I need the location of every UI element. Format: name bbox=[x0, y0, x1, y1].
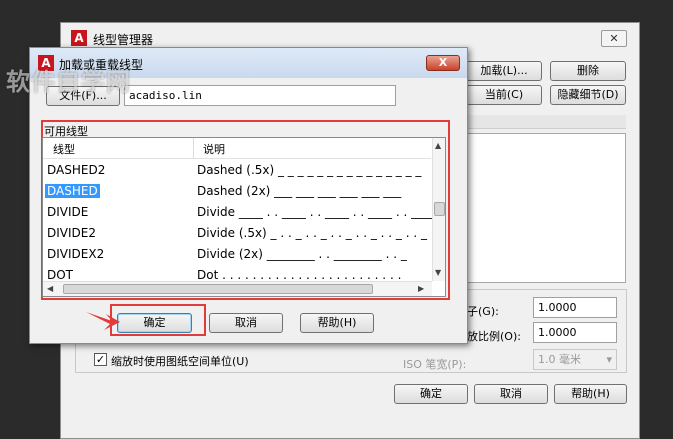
linetype-description: Divide (.5x) _ . . _ . . _ . . _ . . _ .… bbox=[197, 226, 427, 240]
watermark-text: 软件自学网 bbox=[6, 68, 131, 96]
linetype-description: Divide (2x) ________ . . ________ . . _ bbox=[197, 247, 407, 261]
paper-space-checkbox[interactable]: ✓ bbox=[94, 353, 107, 366]
column-header-linetype[interactable]: 线型 bbox=[53, 141, 75, 157]
linetype-name: DIVIDE2 bbox=[47, 226, 96, 240]
main-close-button[interactable]: ✕ bbox=[601, 30, 627, 47]
main-ok-button[interactable]: 确定 bbox=[394, 384, 468, 404]
list-item[interactable]: DIVIDEX2 Divide (2x) ________ . . ______… bbox=[43, 244, 431, 265]
paper-space-checkbox-label: 缩放时使用图纸空间单位(U) bbox=[111, 355, 249, 368]
list-item[interactable]: DIVIDE2 Divide (.5x) _ . . _ . . _ . . _… bbox=[43, 223, 431, 244]
linetype-description: Divide ____ . . ____ . . ____ . . ____ .… bbox=[197, 205, 436, 219]
scroll-right-icon[interactable]: ▶ bbox=[418, 284, 424, 293]
dialog-close-button[interactable]: X bbox=[426, 55, 460, 71]
column-separator[interactable] bbox=[193, 138, 194, 159]
list-item-selected[interactable]: DASHED Dashed (2x) ___ ___ ___ ___ ___ _… bbox=[43, 181, 431, 202]
column-header-description[interactable]: 说明 bbox=[203, 141, 225, 157]
linetype-description: Dot . . . . . . . . . . . . . . . . . . … bbox=[197, 268, 402, 282]
list-item[interactable]: DIVIDE Divide ____ . . ____ . . ____ . .… bbox=[43, 202, 435, 223]
linetype-description: Dashed (.5x) _ _ _ _ _ _ _ _ _ _ _ _ _ _… bbox=[197, 163, 422, 177]
load-button[interactable]: 加载(L)... bbox=[466, 61, 542, 81]
chevron-down-icon: ▾ bbox=[606, 353, 612, 366]
vertical-scroll-thumb[interactable] bbox=[434, 202, 445, 216]
file-path-field[interactable]: acadiso.lin bbox=[124, 85, 396, 106]
current-scale-field[interactable]: 1.0000 bbox=[533, 322, 617, 343]
red-pointer-arrow-icon bbox=[86, 312, 120, 330]
horizontal-scrollbar[interactable]: ◀ ▶ bbox=[43, 281, 432, 296]
linetype-name: DOT bbox=[47, 268, 74, 282]
help-button[interactable]: 帮助(H) bbox=[300, 313, 374, 333]
linetype-name: DASHED bbox=[45, 184, 100, 198]
linetype-list[interactable]: 线型 说明 DASHED2 Dashed (.5x) _ _ _ _ _ _ _… bbox=[42, 137, 446, 297]
current-scale-label: 放比例(O): bbox=[467, 330, 521, 343]
ok-button[interactable]: 确定 bbox=[117, 313, 192, 333]
linetype-description: Dashed (2x) ___ ___ ___ ___ ___ ___ bbox=[197, 184, 402, 198]
main-window-title: 线型管理器 bbox=[93, 33, 154, 47]
linetype-name: DIVIDEX2 bbox=[47, 247, 105, 261]
main-help-button[interactable]: 帮助(H) bbox=[554, 384, 627, 404]
list-item[interactable]: DASHED2 Dashed (.5x) _ _ _ _ _ _ _ _ _ _… bbox=[43, 160, 431, 181]
close-icon: X bbox=[438, 56, 448, 69]
linetype-name: DASHED2 bbox=[47, 163, 106, 177]
scroll-up-icon[interactable]: ▲ bbox=[435, 141, 441, 150]
hide-details-button[interactable]: 隐藏细节(D) bbox=[550, 85, 626, 105]
main-linetype-list[interactable] bbox=[466, 133, 626, 283]
list-header: 线型 说明 bbox=[43, 138, 431, 159]
iso-pen-width-value: 1.0 毫米 bbox=[538, 353, 581, 366]
delete-button[interactable]: 删除 bbox=[550, 61, 626, 81]
vertical-scrollbar[interactable]: ▲ ▼ bbox=[432, 138, 445, 281]
scroll-down-icon[interactable]: ▼ bbox=[435, 268, 441, 277]
global-scale-field[interactable]: 1.0000 bbox=[533, 297, 617, 318]
close-icon: ✕ bbox=[609, 32, 619, 45]
linetype-name: DIVIDE bbox=[47, 205, 89, 219]
main-cancel-button[interactable]: 取消 bbox=[474, 384, 548, 404]
scroll-left-icon[interactable]: ◀ bbox=[47, 284, 53, 293]
cancel-button[interactable]: 取消 bbox=[209, 313, 283, 333]
global-scale-label: 子(G): bbox=[467, 305, 499, 318]
main-list-header bbox=[466, 115, 626, 129]
autocad-logo-icon: A bbox=[71, 30, 87, 46]
iso-pen-width-label: ISO 笔宽(P): bbox=[403, 358, 467, 371]
iso-pen-width-select: 1.0 毫米 ▾ bbox=[533, 349, 617, 370]
horizontal-scroll-thumb[interactable] bbox=[63, 284, 373, 294]
current-button[interactable]: 当前(C) bbox=[466, 85, 542, 105]
